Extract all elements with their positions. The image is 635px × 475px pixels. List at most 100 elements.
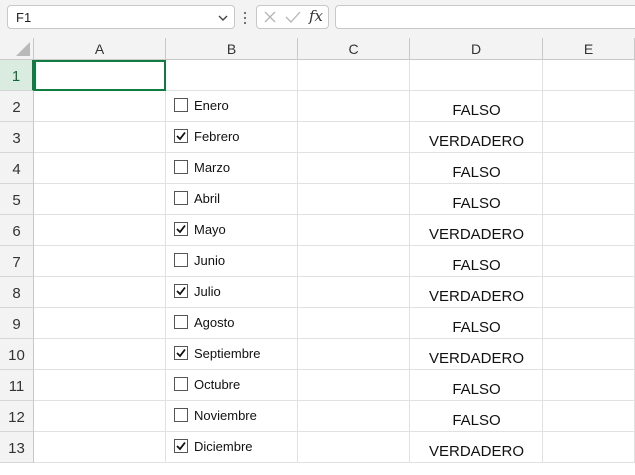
name-box-value: F1 <box>16 10 32 25</box>
cell-d9-value: FALSO <box>452 319 501 336</box>
spreadsheet-grid: A B C D E 1 2 Enero FALSO 3 Febrero VERDADERO 4 Marzo… <box>0 38 635 475</box>
cell-a8[interactable] <box>34 277 166 308</box>
row-header-12[interactable]: 12 <box>0 401 34 432</box>
row-header-11[interactable]: 11 <box>0 370 34 401</box>
cell-c12[interactable] <box>298 401 410 432</box>
checkbox-abril[interactable] <box>174 191 188 205</box>
insert-function-button[interactable]: fx <box>309 7 323 25</box>
column-header-a[interactable]: A <box>34 38 166 60</box>
checkbox-julio[interactable] <box>174 284 188 298</box>
checkbox-mayo[interactable] <box>174 222 188 236</box>
row-header-9[interactable]: 9 <box>0 308 34 339</box>
cell-d5-value: FALSO <box>452 195 501 212</box>
cell-c1[interactable] <box>298 60 410 91</box>
cell-e13[interactable] <box>543 432 635 463</box>
cell-b1[interactable] <box>166 60 298 91</box>
checkbox-label: Junio <box>194 253 226 268</box>
checkmark-icon <box>176 348 186 358</box>
checkbox-diciembre[interactable] <box>174 439 188 453</box>
checkbox-septiembre[interactable] <box>174 346 188 360</box>
row-header-3[interactable]: 3 <box>0 122 34 153</box>
cell-a2[interactable] <box>34 91 166 122</box>
cell-c3[interactable] <box>298 122 410 153</box>
cell-c7[interactable] <box>298 246 410 277</box>
column-header-d[interactable]: D <box>410 38 543 60</box>
checkbox-label: Enero <box>194 98 229 113</box>
cell-a11[interactable] <box>34 370 166 401</box>
cell-a5[interactable] <box>34 184 166 215</box>
formula-bar: F1 fx <box>0 0 635 38</box>
more-vertical-icon[interactable] <box>242 9 248 27</box>
cell-e11[interactable] <box>543 370 635 401</box>
checkbox-febrero[interactable] <box>174 129 188 143</box>
cell-c4[interactable] <box>298 153 410 184</box>
checkmark-icon <box>176 131 186 141</box>
cell-e12[interactable] <box>543 401 635 432</box>
checkbox-octubre[interactable] <box>174 377 188 391</box>
cancel-icon[interactable] <box>263 10 277 24</box>
column-header-b[interactable]: B <box>166 38 298 60</box>
formula-input[interactable] <box>335 5 635 29</box>
checkbox-label: Septiembre <box>194 346 261 361</box>
row-header-4[interactable]: 4 <box>0 153 34 184</box>
cell-e2[interactable] <box>543 91 635 122</box>
checkbox-marzo[interactable] <box>174 160 188 174</box>
cell-c5[interactable] <box>298 184 410 215</box>
formula-actions: fx <box>256 5 329 29</box>
cell-c2[interactable] <box>298 91 410 122</box>
checkbox-enero[interactable] <box>174 98 188 112</box>
cell-d13-value: VERDADERO <box>428 443 525 460</box>
checkmark-icon <box>176 441 186 451</box>
cell-d3-value: VERDADERO <box>428 133 525 150</box>
cell-e9[interactable] <box>543 308 635 339</box>
cell-e1[interactable] <box>543 60 635 91</box>
cell-e3[interactable] <box>543 122 635 153</box>
row-header-6[interactable]: 6 <box>0 215 34 246</box>
cell-e10[interactable] <box>543 339 635 370</box>
chevron-down-icon[interactable] <box>216 11 230 25</box>
cell-c9[interactable] <box>298 308 410 339</box>
cell-a13[interactable] <box>34 432 166 463</box>
cell-a12[interactable] <box>34 401 166 432</box>
cell-e8[interactable] <box>543 277 635 308</box>
enter-icon[interactable] <box>285 10 301 24</box>
cell-e6[interactable] <box>543 215 635 246</box>
cell-e5[interactable] <box>543 184 635 215</box>
select-all-button[interactable] <box>0 38 34 60</box>
name-box[interactable]: F1 <box>7 5 235 29</box>
cell-a10[interactable] <box>34 339 166 370</box>
row-header-5[interactable]: 5 <box>0 184 34 215</box>
cell-a3[interactable] <box>34 122 166 153</box>
row-header-2[interactable]: 2 <box>0 91 34 122</box>
cell-a6[interactable] <box>34 215 166 246</box>
cell-a4[interactable] <box>34 153 166 184</box>
cell-a7[interactable] <box>34 246 166 277</box>
cell-c13[interactable] <box>298 432 410 463</box>
checkbox-agosto[interactable] <box>174 315 188 329</box>
cell-c6[interactable] <box>298 215 410 246</box>
row-header-8[interactable]: 8 <box>0 277 34 308</box>
checkbox-label: Marzo <box>194 160 231 175</box>
checkbox-label: Abril <box>194 191 221 206</box>
cell-c11[interactable] <box>298 370 410 401</box>
cell-c8[interactable] <box>298 277 410 308</box>
row-header-13[interactable]: 13 <box>0 432 34 463</box>
select-all-icon <box>16 42 30 56</box>
checkbox-label: Diciembre <box>194 439 253 454</box>
cell-d8-value: VERDADERO <box>428 288 525 305</box>
row-header-1[interactable]: 1 <box>0 60 34 91</box>
checkbox-noviembre[interactable] <box>174 408 188 422</box>
cell-a9[interactable] <box>34 308 166 339</box>
row-header-7[interactable]: 7 <box>0 246 34 277</box>
column-header-e[interactable]: E <box>543 38 635 60</box>
checkbox-junio[interactable] <box>174 253 188 267</box>
cell-d1[interactable] <box>410 60 543 91</box>
cell-e7[interactable] <box>543 246 635 277</box>
checkmark-icon <box>176 224 186 234</box>
checkbox-label: Julio <box>194 284 221 299</box>
cell-d2-value: FALSO <box>452 102 501 119</box>
cell-e4[interactable] <box>543 153 635 184</box>
column-header-c[interactable]: C <box>298 38 410 60</box>
row-header-10[interactable]: 10 <box>0 339 34 370</box>
cell-c10[interactable] <box>298 339 410 370</box>
